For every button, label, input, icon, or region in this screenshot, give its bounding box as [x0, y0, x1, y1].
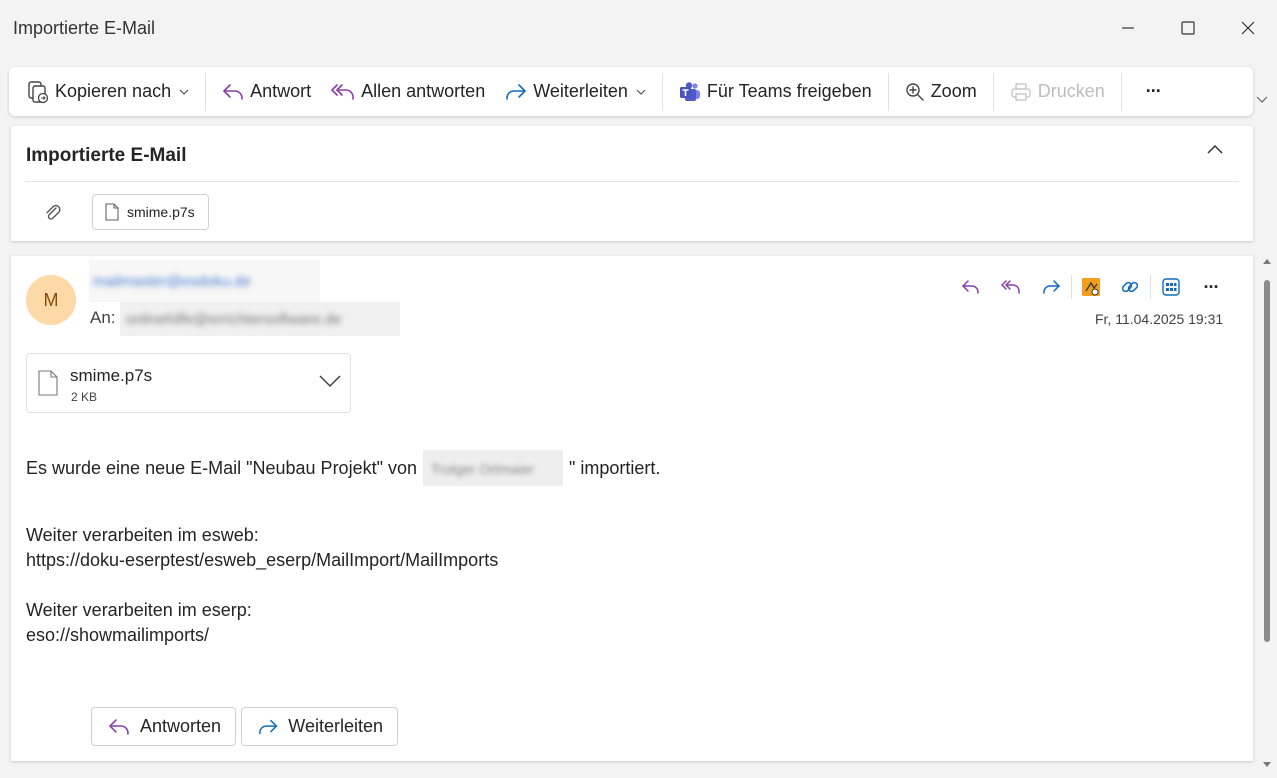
- reply-footer-button[interactable]: Antworten: [91, 707, 236, 746]
- avatar[interactable]: M: [26, 275, 76, 325]
- attachment-chip-name: smime.p7s: [127, 204, 195, 220]
- body-import-prefix: Es wurde eine neue E-Mail "Neubau Projek…: [26, 457, 417, 478]
- body-import-suffix: " importiert.: [569, 457, 661, 478]
- print-button[interactable]: Drucken: [1000, 74, 1115, 110]
- file-icon: [105, 203, 119, 221]
- scrollbar-thumb[interactable]: [1264, 280, 1270, 642]
- chevron-down-icon: [636, 89, 646, 95]
- apps-icon: [1162, 278, 1180, 296]
- reply-icon: [109, 718, 129, 735]
- zoom-label: Zoom: [930, 81, 977, 101]
- message-card: M mailmaster@esdoku.de An: onlinehilfe@e…: [11, 256, 1253, 761]
- ribbon-expand-chevron-icon[interactable]: [1256, 96, 1268, 104]
- share-to-teams-button[interactable]: Für Teams freigeben: [669, 74, 882, 110]
- zoom-in-icon: [905, 82, 924, 101]
- esweb-heading: Weiter verarbeiten im esweb:: [26, 525, 259, 545]
- maximize-button[interactable]: [1158, 0, 1218, 56]
- printer-icon: [1011, 82, 1031, 101]
- divider: [25, 181, 1239, 182]
- toolbar-divider: [887, 72, 889, 111]
- forward-label: Weiterleiten: [533, 81, 628, 101]
- recipient-address[interactable]: onlinehilfe@errichtersoftware.de: [120, 302, 400, 336]
- reply-action-button[interactable]: [951, 274, 991, 300]
- forward-button[interactable]: Weiterleiten: [495, 74, 656, 110]
- paperclip-icon: [46, 204, 61, 220]
- chevron-down-icon: [179, 89, 189, 95]
- subject-title: Importierte E-Mail: [26, 145, 187, 166]
- redacted-name-text: Trotger Ortmaier: [431, 461, 534, 477]
- forward-icon: [259, 719, 278, 734]
- reply-footer-label: Antworten: [139, 716, 221, 736]
- copy-to-label: Kopieren nach: [55, 81, 172, 101]
- apps-action-button[interactable]: [1151, 274, 1191, 300]
- eserp-link[interactable]: eso://showmailimports/: [26, 625, 209, 646]
- minimize-icon: [1122, 27, 1134, 29]
- forward-footer-button[interactable]: Weiterleiten: [241, 707, 398, 746]
- sender-address[interactable]: mailmaster@esdoku.de: [89, 260, 320, 302]
- forward-action-button[interactable]: [1031, 274, 1071, 300]
- eserp-heading: Weiter verarbeiten im eserp:: [26, 600, 252, 620]
- forward-icon: [506, 83, 527, 100]
- scroll-down-arrow-icon[interactable]: [1263, 762, 1271, 768]
- chevron-down-icon[interactable]: [319, 375, 341, 388]
- to-label: An:: [90, 308, 116, 327]
- addin-action-button[interactable]: [1072, 274, 1110, 300]
- forward-footer-label: Weiterleiten: [288, 716, 383, 736]
- attachment-name: smime.p7s: [70, 366, 153, 385]
- reply-label: Antwort: [250, 81, 312, 101]
- recipient-address-text: onlinehilfe@errichtersoftware.de: [126, 310, 342, 328]
- toolbar-divider: [1120, 72, 1122, 111]
- maximize-icon: [1181, 21, 1195, 35]
- copy-to-icon: [28, 80, 49, 103]
- more-options-icon: ···: [1145, 81, 1162, 101]
- scroll-up-arrow-icon[interactable]: [1263, 258, 1271, 264]
- message-date: Fr, 11.04.2025 19:31: [1095, 311, 1224, 327]
- toolbar-divider: [205, 72, 207, 111]
- print-label: Drucken: [1037, 81, 1105, 101]
- more-options-icon: ···: [1203, 276, 1220, 297]
- close-button[interactable]: [1218, 0, 1277, 56]
- toolbar-divider: [992, 72, 994, 111]
- reply-icon: [223, 83, 243, 100]
- title-bar: Importierte E-Mail: [0, 0, 1277, 56]
- link-icon: [1121, 281, 1139, 293]
- file-icon: [38, 370, 58, 396]
- reply-all-button[interactable]: Allen antworten: [321, 74, 495, 110]
- redacted-name: Trotger Ortmaier: [423, 450, 563, 486]
- reply-all-label: Allen antworten: [361, 81, 486, 101]
- esweb-link[interactable]: https://doku-eserptest/esweb_eserp/MailI…: [26, 550, 498, 571]
- close-icon: [1241, 21, 1255, 35]
- forward-icon: [1043, 280, 1060, 294]
- window-title: Importierte E-Mail: [13, 17, 156, 38]
- addin-icon: [1082, 278, 1100, 296]
- copy-to-button[interactable]: Kopieren nach: [17, 74, 199, 110]
- message-actions: ···: [951, 274, 1231, 300]
- body-line-import: Es wurde eine neue E-Mail "Neubau Projek…: [26, 450, 660, 486]
- reply-icon: [962, 280, 979, 294]
- more-options-button[interactable]: ···: [1128, 74, 1179, 110]
- reply-all-icon: [331, 83, 354, 100]
- share-to-teams-label: Für Teams freigeben: [706, 81, 872, 101]
- attachment-size: 2 KB: [71, 390, 98, 404]
- teams-icon: [679, 81, 700, 101]
- subject-header-card: Importierte E-Mail smime.p7s: [11, 126, 1253, 241]
- toolbar-divider: [661, 72, 663, 111]
- link-action-button[interactable]: [1110, 274, 1150, 300]
- chevron-up-icon[interactable]: [1207, 144, 1223, 154]
- attachment-card[interactable]: smime.p7s 2 KB: [26, 353, 351, 413]
- ribbon-toolbar: Kopieren nach Antwort Allen antworten We…: [9, 67, 1253, 116]
- reply-all-icon: [1001, 280, 1020, 294]
- vertical-scrollbar[interactable]: [1262, 256, 1274, 772]
- reply-all-action-button[interactable]: [991, 274, 1031, 300]
- sender-address-text: mailmaster@esdoku.de: [93, 272, 251, 290]
- attachment-chip[interactable]: smime.p7s: [92, 194, 209, 230]
- reply-button[interactable]: Antwort: [212, 74, 321, 110]
- message-more-button[interactable]: ···: [1191, 274, 1231, 300]
- zoom-button[interactable]: Zoom: [895, 74, 987, 110]
- minimize-button[interactable]: [1098, 0, 1158, 56]
